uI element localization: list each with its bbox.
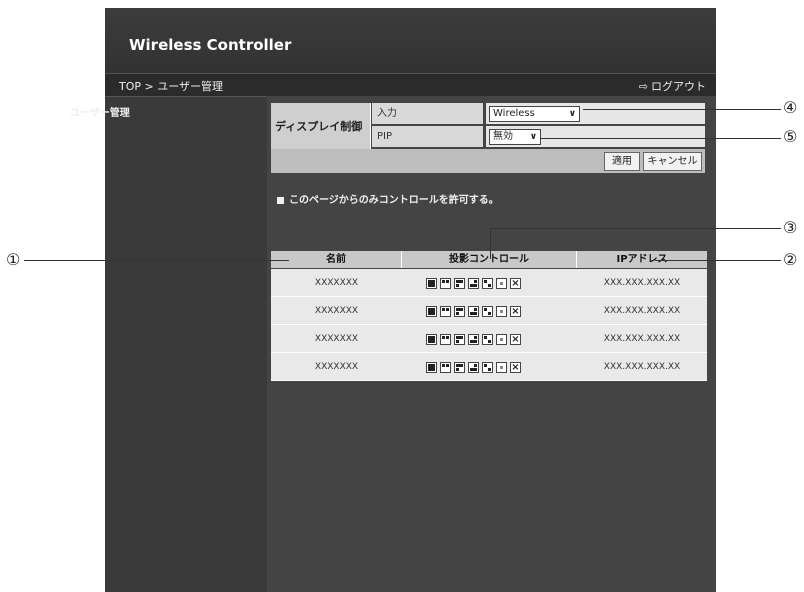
split-bottom-left-icon[interactable]: [468, 306, 479, 317]
pip-label: PIP: [372, 126, 483, 147]
apply-button[interactable]: 適用: [604, 152, 640, 171]
stop-icon[interactable]: [496, 334, 507, 345]
split-top-right-icon[interactable]: [454, 306, 465, 317]
ip-address: XXX.XXX.XXX.XX: [603, 362, 681, 372]
user-name: XXXXXXX: [314, 306, 359, 316]
split-bottom-right-icon[interactable]: [482, 278, 493, 289]
logout-label: ログアウト: [651, 80, 706, 93]
logout-link[interactable]: ⇨ ログアウト: [639, 78, 706, 94]
input-label: 入力: [372, 103, 483, 124]
callout-3: ③: [783, 218, 798, 237]
page-only-control-label: このページからのみコントロールを許可する。: [289, 195, 499, 206]
split-bottom-left-icon[interactable]: [468, 278, 479, 289]
page-only-control-option[interactable]: このページからのみコントロールを許可する。: [277, 191, 499, 206]
stop-icon[interactable]: [496, 362, 507, 373]
close-icon[interactable]: ×: [510, 306, 521, 317]
callout-1: ①: [6, 250, 21, 269]
chevron-down-icon: ∨: [529, 132, 537, 142]
ip-address: XXX.XXX.XXX.XX: [603, 278, 681, 288]
table-row: XXXXXXX × XXX.XXX.XXX.XX: [271, 269, 707, 297]
input-select[interactable]: Wireless ∨: [489, 106, 580, 122]
ip-address: XXX.XXX.XXX.XX: [603, 306, 681, 316]
split-top-right-icon[interactable]: [454, 278, 465, 289]
callout-1-leader: [24, 260, 289, 261]
close-icon[interactable]: ×: [510, 334, 521, 345]
sidebar-item-user-management[interactable]: ユーザー管理: [70, 104, 130, 119]
callout-2-leader: [655, 260, 781, 261]
pip-select-value: 無効: [493, 131, 513, 142]
split-top-left-icon[interactable]: [440, 306, 451, 317]
split-bottom-left-icon[interactable]: [468, 362, 479, 373]
display-control-title: ディスプレイ制御: [271, 103, 371, 149]
user-name: XXXXXXX: [314, 362, 359, 372]
pip-select[interactable]: 無効 ∨: [489, 129, 541, 145]
app-header: Wireless Controller: [105, 8, 716, 73]
callout-4: ④: [783, 98, 798, 117]
callout-3-leader-vertical: [490, 228, 491, 259]
fullscreen-icon[interactable]: [426, 306, 437, 317]
table-row: XXXXXXX × XXX.XXX.XXX.XX: [271, 297, 707, 325]
split-top-left-icon[interactable]: [440, 362, 451, 373]
callout-5: ⑤: [783, 127, 798, 146]
chevron-down-icon: ∨: [568, 109, 576, 119]
callout-2: ②: [783, 250, 798, 269]
cancel-button[interactable]: キャンセル: [643, 152, 702, 171]
split-top-right-icon[interactable]: [454, 362, 465, 373]
split-top-left-icon[interactable]: [440, 278, 451, 289]
fullscreen-icon[interactable]: [426, 278, 437, 289]
close-icon[interactable]: ×: [510, 362, 521, 373]
split-top-left-icon[interactable]: [440, 334, 451, 345]
stop-icon[interactable]: [496, 278, 507, 289]
breadcrumb[interactable]: TOP > ユーザー管理: [119, 78, 223, 94]
pip-cell: 無効 ∨: [486, 126, 705, 147]
fullscreen-icon[interactable]: [426, 362, 437, 373]
input-select-value: Wireless: [493, 108, 535, 119]
split-bottom-right-icon[interactable]: [482, 334, 493, 345]
close-icon[interactable]: ×: [510, 278, 521, 289]
nav-bar: TOP > ユーザー管理 ⇨ ログアウト: [105, 73, 716, 97]
action-row: 適用 キャンセル: [271, 149, 705, 173]
app-title: Wireless Controller: [129, 36, 292, 54]
callout-5-leader: [540, 138, 781, 139]
column-header-name: 名前: [271, 251, 402, 268]
callout-4-leader: [583, 109, 781, 110]
fullscreen-icon[interactable]: [426, 334, 437, 345]
user-name: XXXXXXX: [314, 334, 359, 344]
ip-address: XXX.XXX.XXX.XX: [603, 334, 681, 344]
split-top-right-icon[interactable]: [454, 334, 465, 345]
split-bottom-left-icon[interactable]: [468, 334, 479, 345]
stop-icon[interactable]: [496, 306, 507, 317]
split-bottom-right-icon[interactable]: [482, 306, 493, 317]
page-only-control-checkbox[interactable]: [277, 196, 284, 204]
logout-icon: ⇨: [638, 80, 648, 93]
split-bottom-right-icon[interactable]: [482, 362, 493, 373]
callout-3-leader: [490, 228, 781, 229]
table-row: XXXXXXX × XXX.XXX.XXX.XX: [271, 325, 707, 353]
input-cell: Wireless ∨: [486, 103, 705, 124]
user-name: XXXXXXX: [314, 278, 359, 288]
table-row: XXXXXXX × XXX.XXX.XXX.XX: [271, 353, 707, 381]
